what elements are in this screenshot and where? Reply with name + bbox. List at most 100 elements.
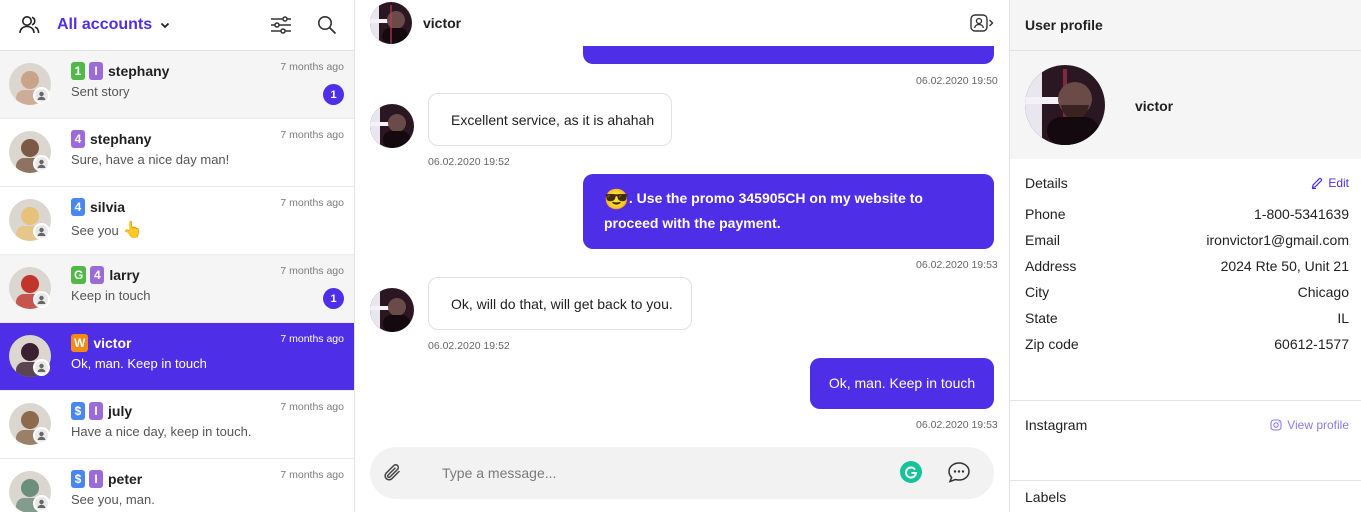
divider bbox=[1010, 400, 1361, 401]
conversation-preview: Sure, have a nice day man! bbox=[71, 152, 230, 167]
conversation-preview: Sent story bbox=[71, 84, 130, 99]
conversation-time: 7 months ago bbox=[280, 469, 344, 481]
conversation-item[interactable]: $ Ipeter 7 months ago See you, man. bbox=[0, 459, 354, 512]
message-text: Ok, will do that, will get back to you. bbox=[451, 295, 673, 312]
divider bbox=[1010, 480, 1361, 481]
conversation-preview: Have a nice day, keep in touch. bbox=[71, 424, 252, 439]
conversation-sidebar: All accounts 1 Istephany 7 months ago Sen… bbox=[0, 0, 355, 512]
field-value: Chicago bbox=[1297, 284, 1349, 300]
instagram-icon bbox=[1270, 419, 1282, 431]
instagram-account-icon bbox=[33, 359, 50, 376]
instagram-label: Instagram bbox=[1025, 417, 1088, 433]
sidebar-header: All accounts bbox=[0, 0, 354, 51]
field-label: Phone bbox=[1025, 206, 1066, 222]
conversation-tag: I bbox=[89, 402, 103, 420]
conversation-preview: Keep in touch bbox=[71, 288, 151, 303]
instagram-account-icon bbox=[33, 427, 50, 444]
conversation-tag: $ bbox=[71, 402, 85, 420]
conversation-item[interactable]: 4 stephany 7 months ago Sure, have a nice… bbox=[0, 119, 354, 187]
message-incoming: Ok, will do that, will get back to you. bbox=[428, 277, 692, 330]
conversation-time: 7 months ago bbox=[280, 61, 344, 73]
conversation-tag: 4 bbox=[90, 266, 105, 284]
conversation-tag: I bbox=[89, 470, 103, 488]
conversation-time: 7 months ago bbox=[280, 197, 344, 209]
attachment-icon[interactable] bbox=[380, 460, 406, 486]
conversation-body: 4 stephany 7 months ago Sure, have a nice… bbox=[71, 129, 344, 167]
conversation-preview: See you, man. bbox=[71, 492, 155, 507]
conversation-tag: 4 bbox=[71, 130, 85, 148]
accounts-icon[interactable] bbox=[16, 12, 42, 38]
message-text: Ok, man. Keep in touch bbox=[828, 375, 976, 391]
quick-replies-icon[interactable] bbox=[946, 459, 972, 485]
profile-field-phone: Phone 1-800-5341639 bbox=[1025, 206, 1349, 222]
profile-header: User profile bbox=[1010, 0, 1361, 51]
conversation-item[interactable]: 4 silvia 7 months ago See you 👆 bbox=[0, 187, 354, 255]
details-label: Details bbox=[1025, 175, 1068, 191]
chat-panel: victor 06.02.2020 19:50 Excellent servic… bbox=[355, 0, 1010, 512]
conversation-time: 7 months ago bbox=[280, 401, 344, 413]
instagram-account-icon bbox=[33, 87, 50, 104]
field-label: State bbox=[1025, 310, 1058, 326]
filter-icon[interactable] bbox=[268, 12, 294, 38]
conversation-item[interactable]: $ Ijuly 7 months ago Have a nice day, kee… bbox=[0, 391, 354, 459]
message-outgoing: 😎. Use the promo 345905CH on my website … bbox=[583, 174, 994, 249]
conversation-item[interactable]: 1 Istephany 7 months ago Sent story 1 bbox=[0, 51, 354, 119]
field-label: Zip code bbox=[1025, 336, 1079, 352]
profile-field-email: Email ironvictor1@gmail.com bbox=[1025, 232, 1349, 248]
message-input[interactable] bbox=[442, 465, 862, 481]
conversation-body: 1 Istephany 7 months ago Sent story bbox=[71, 61, 344, 99]
assign-user-icon[interactable] bbox=[969, 11, 995, 35]
message-timestamp: 06.02.2020 19:53 bbox=[916, 419, 998, 431]
view-profile-link[interactable]: View profile bbox=[1270, 418, 1349, 432]
message-text: . Use the promo 345905CH on my website t… bbox=[604, 190, 923, 231]
profile-title: User profile bbox=[1025, 17, 1103, 33]
user-profile-panel: User profile victor Details Edit Phone 1… bbox=[1010, 0, 1361, 512]
view-profile-label: View profile bbox=[1287, 418, 1349, 432]
message-text: Excellent service, as it is ahahah bbox=[451, 111, 655, 128]
avatar[interactable] bbox=[370, 2, 412, 44]
message-timestamp: 06.02.2020 19:52 bbox=[428, 340, 510, 352]
field-value: IL bbox=[1337, 310, 1349, 326]
unread-badge: 1 bbox=[323, 288, 344, 309]
field-label: Email bbox=[1025, 232, 1061, 248]
conversation-name: july bbox=[108, 403, 133, 419]
message-incoming: Excellent service, as it is ahahah bbox=[428, 93, 672, 146]
profile-field-city: City Chicago bbox=[1025, 284, 1349, 300]
edit-button[interactable]: Edit bbox=[1311, 176, 1349, 190]
instagram-account-icon bbox=[33, 223, 50, 240]
message-outgoing bbox=[583, 46, 994, 64]
field-value: 1-800-5341639 bbox=[1254, 206, 1349, 222]
conversation-name: peter bbox=[108, 471, 143, 487]
conversation-name: stephany bbox=[108, 63, 170, 79]
conversation-tag: 1 bbox=[71, 62, 85, 80]
avatar bbox=[1025, 65, 1105, 145]
conversation-list: 1 Istephany 7 months ago Sent story 1 4st… bbox=[0, 51, 354, 512]
chevron-down-icon bbox=[159, 19, 171, 31]
search-icon[interactable] bbox=[314, 12, 340, 38]
message-outgoing: Ok, man. Keep in touch bbox=[810, 358, 994, 409]
conversation-name: larry bbox=[109, 267, 140, 283]
instagram-row: Instagram View profile bbox=[1025, 417, 1349, 433]
profile-field-state: State IL bbox=[1025, 310, 1349, 326]
account-selector-label: All accounts bbox=[57, 16, 153, 33]
conversation-item[interactable]: G 4 larry 7 months ago Keep in touch 1 bbox=[0, 255, 354, 323]
instagram-account-icon bbox=[33, 495, 50, 512]
sunglasses-emoji-icon: 😎 bbox=[604, 189, 629, 211]
app: All accounts 1 Istephany 7 months ago Sen… bbox=[0, 0, 1361, 512]
conversation-body: $ Ijuly 7 months ago Have a nice day, kee… bbox=[71, 401, 344, 439]
conversation-tag: $ bbox=[71, 470, 85, 488]
conversation-body: G 4 larry 7 months ago Keep in touch bbox=[71, 265, 344, 303]
instagram-account-icon bbox=[33, 291, 50, 308]
account-selector[interactable]: All accounts bbox=[57, 16, 171, 34]
conversation-name: silvia bbox=[90, 199, 126, 215]
edit-label: Edit bbox=[1328, 176, 1349, 190]
conversation-item[interactable]: Wvictor 7 months ago Ok, man. Keep in to… bbox=[0, 323, 354, 391]
grammarly-icon[interactable] bbox=[900, 461, 922, 483]
conversation-tag: W bbox=[71, 334, 89, 352]
conversation-body: Wvictor 7 months ago Ok, man. Keep in to… bbox=[71, 333, 344, 371]
conversation-time: 7 months ago bbox=[280, 333, 344, 345]
pointing-up-emoji-icon: 👆 bbox=[122, 222, 143, 239]
profile-field-address: Address 2024 Rte 50, Unit 21 bbox=[1025, 258, 1349, 274]
chat-contact-name: victor bbox=[423, 15, 462, 31]
instagram-account-icon bbox=[33, 155, 50, 172]
